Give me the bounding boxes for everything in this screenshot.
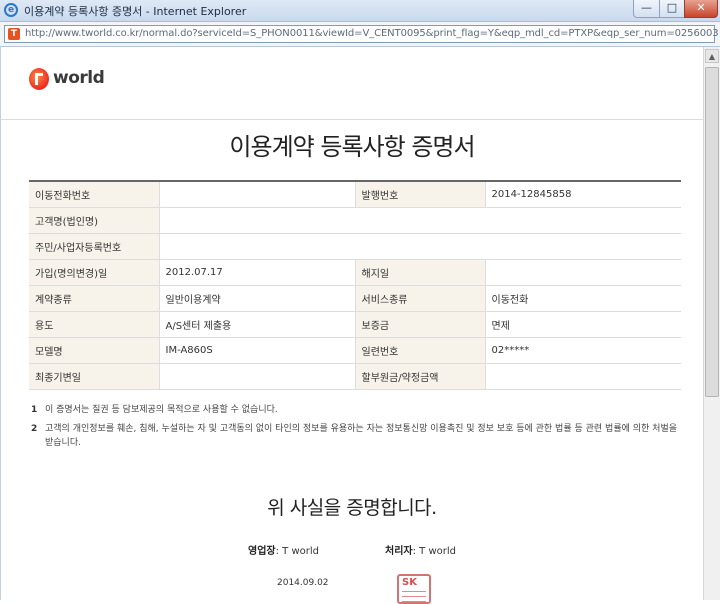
- scroll-thumb[interactable]: [705, 67, 719, 397]
- notice-text: 고객의 개인정보를 훼손, 침해, 누설하는 자 및 고객동의 없이 타인의 정…: [45, 424, 678, 448]
- url-text: http://www.tworld.co.kr/normal.do?servic…: [25, 28, 719, 39]
- row-label-2: 일련번호: [355, 337, 485, 364]
- notice-number: 1: [31, 405, 38, 415]
- row-label: 주민/사업자등록번호: [29, 233, 159, 260]
- table-row: 이동전화번호 발행번호 2014-12845858: [29, 181, 681, 208]
- row-value-2: 이동전화: [484, 285, 681, 312]
- row-value: [158, 233, 681, 260]
- row-label-2: 보증금: [355, 311, 485, 338]
- row-value: [158, 363, 356, 390]
- t-logo-icon: [29, 68, 49, 90]
- handler-value: : T world: [412, 546, 456, 557]
- row-value-2: [484, 363, 681, 390]
- table-row: 모델명 IM-A860S 일련번호 02*****: [29, 337, 681, 364]
- row-value: 2012.07.17: [158, 259, 356, 286]
- notice-list: 1 이 증명서는 질권 등 담보제공의 목적으로 사용할 수 없습니다. 2 고…: [31, 403, 681, 455]
- handler-label: 처리자: [385, 546, 413, 557]
- notice-item: 1 이 증명서는 질권 등 담보제공의 목적으로 사용할 수 없습니다.: [31, 403, 681, 417]
- notice-item: 2 고객의 개인정보를 훼손, 침해, 누설하는 자 및 고객동의 없이 타인의…: [31, 422, 681, 450]
- row-label-2: 해지일: [355, 259, 485, 286]
- certification-statement: 위 사실을 증명합니다.: [267, 497, 437, 519]
- page-content: world 이용계약 등록사항 증명서 이동전화번호 발행번호 2014-128…: [0, 47, 703, 604]
- row-label: 최종기변일: [29, 363, 159, 390]
- scroll-up-arrow-icon[interactable]: ▲: [705, 49, 719, 63]
- stamp-line: [402, 601, 426, 602]
- row-label-2: 서비스종류: [355, 285, 485, 312]
- issuer-label: 영업장: [248, 546, 276, 557]
- row-value: 일반이용계약: [158, 285, 356, 312]
- close-button[interactable]: ✕: [684, 0, 718, 18]
- row-value-2: 면제: [484, 311, 681, 338]
- issuer-line: 영업장: T world: [248, 542, 319, 557]
- row-value-2: [484, 259, 681, 286]
- row-value: [158, 207, 681, 234]
- row-label: 고객명(법인명): [29, 207, 159, 234]
- table-row: 계약종류 일반이용계약 서비스종류 이동전화: [29, 285, 681, 312]
- notice-number: 2: [31, 424, 38, 434]
- row-label: 이동전화번호: [29, 181, 159, 208]
- maximize-button[interactable]: □: [659, 0, 685, 18]
- stamp-line: [402, 596, 426, 597]
- row-label-2: 발행번호: [355, 181, 485, 208]
- issuer-value: : T world: [275, 546, 319, 557]
- table-row: 고객명(법인명): [29, 207, 681, 234]
- handler-line: 처리자: T world: [385, 542, 456, 557]
- row-label: 용도: [29, 311, 159, 338]
- address-bar: T http://www.tworld.co.kr/normal.do?serv…: [0, 22, 720, 47]
- stamp-line: [402, 591, 426, 592]
- header-divider: [1, 119, 703, 120]
- minimize-button[interactable]: —: [633, 0, 660, 18]
- row-value-2: 2014-12845858: [484, 181, 681, 208]
- row-value: [158, 181, 356, 208]
- title-bar: e 이용계약 등록사항 증명서 - Internet Explorer — □ …: [0, 0, 720, 22]
- row-label-2: 할부원금/약정금액: [355, 363, 485, 390]
- tworld-page-icon: T: [8, 28, 20, 40]
- row-label: 가입(명의변경)일: [29, 259, 159, 286]
- logo-text: world: [53, 68, 105, 88]
- vertical-scrollbar[interactable]: ▲: [703, 47, 720, 600]
- issue-date: 2014.09.02: [277, 578, 329, 588]
- table-row: 용도 A/S센터 제출용 보증금 면제: [29, 311, 681, 338]
- table-row: 가입(명의변경)일 2012.07.17 해지일: [29, 259, 681, 286]
- notice-text: 이 증명서는 질권 등 담보제공의 목적으로 사용할 수 없습니다.: [45, 405, 278, 415]
- row-value: A/S센터 제출용: [158, 311, 356, 338]
- row-label: 모델명: [29, 337, 159, 364]
- table-row: 주민/사업자등록번호: [29, 233, 681, 260]
- internet-explorer-icon: e: [4, 3, 18, 17]
- registration-table: 이동전화번호 발행번호 2014-12845858 고객명(법인명) 주민/사업…: [29, 180, 681, 390]
- row-value: IM-A860S: [158, 337, 356, 364]
- document-title: 이용계약 등록사항 증명서: [229, 133, 475, 161]
- row-value-2: 02*****: [484, 337, 681, 364]
- url-field[interactable]: T http://www.tworld.co.kr/normal.do?serv…: [4, 25, 719, 43]
- table-row: 최종기변일 할부원금/약정금액: [29, 363, 681, 390]
- row-label: 계약종류: [29, 285, 159, 312]
- stamp-text: SK: [402, 577, 417, 588]
- window-title: 이용계약 등록사항 증명서 - Internet Explorer: [24, 5, 247, 18]
